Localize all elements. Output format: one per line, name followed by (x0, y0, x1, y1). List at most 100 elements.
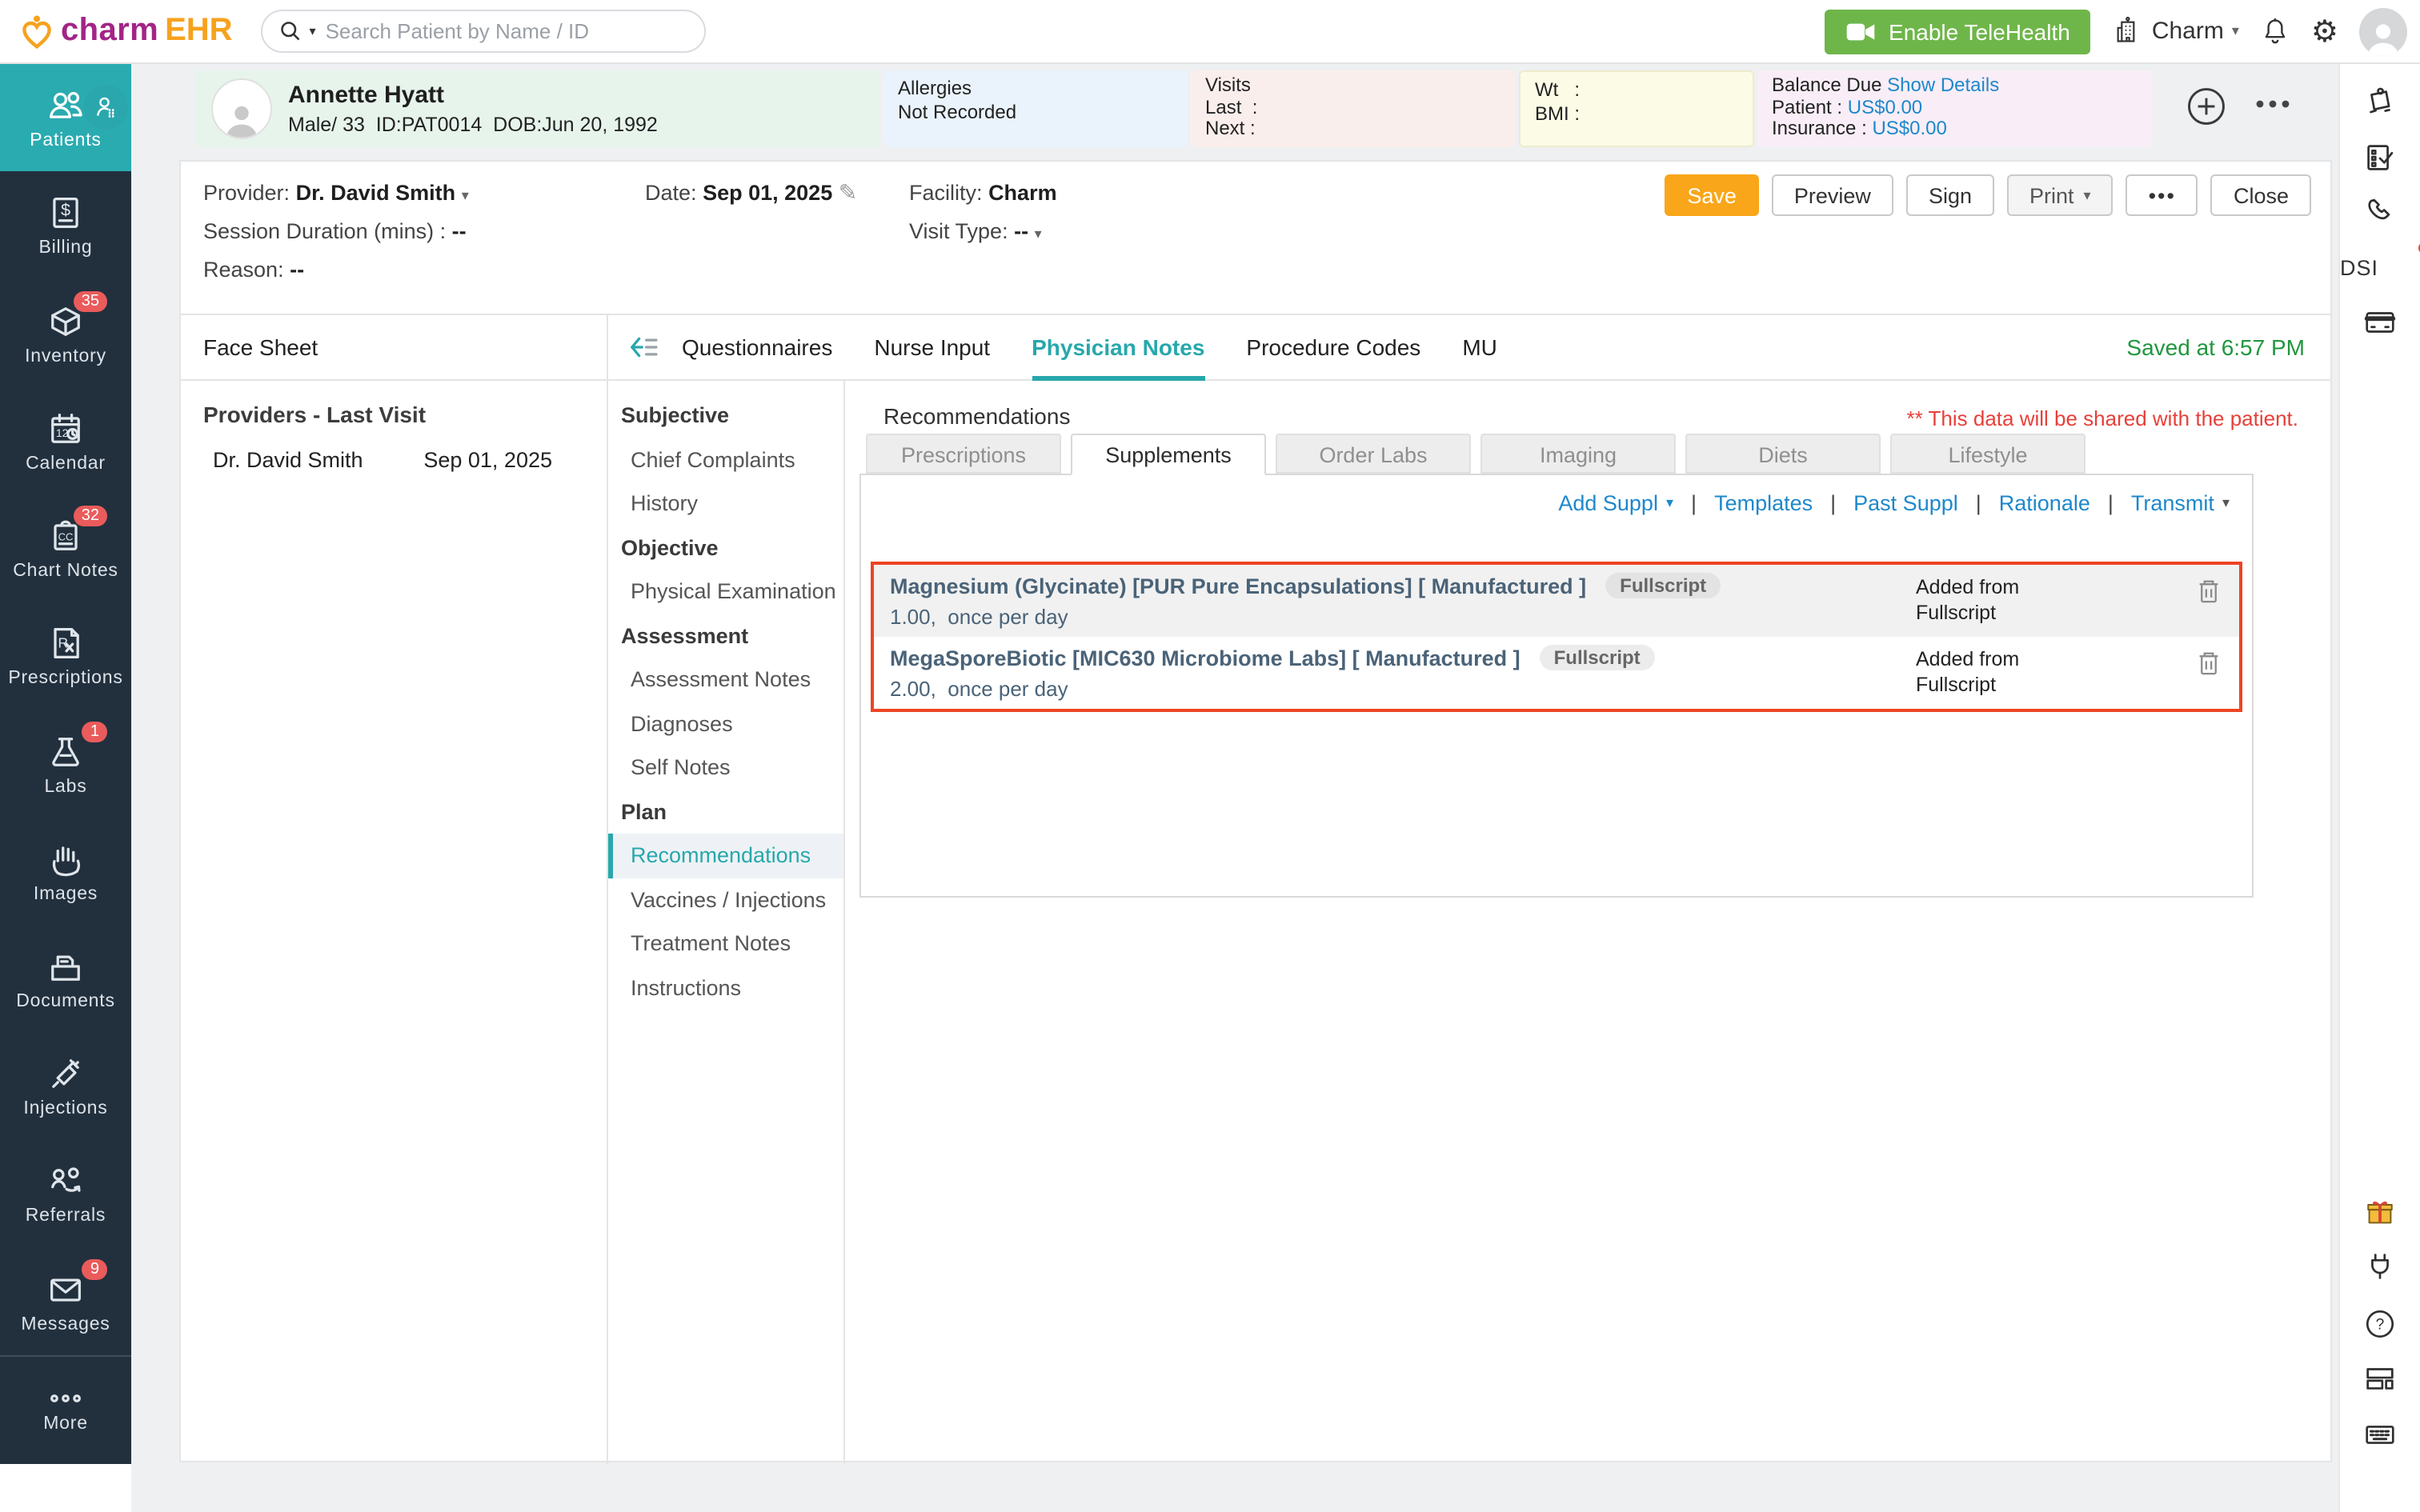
face-sheet-header[interactable]: Face Sheet (181, 315, 608, 379)
tab-questionnaires[interactable]: Questionnaires (682, 315, 832, 379)
print-caret-icon: ▾ (2084, 186, 2091, 204)
gift-icon[interactable] (2362, 1194, 2398, 1230)
show-details-link[interactable]: Show Details (1887, 74, 1999, 96)
sidebar-item-images[interactable]: Images (0, 817, 131, 924)
close-button[interactable]: Close (2211, 174, 2311, 216)
integrations-plug-icon[interactable] (2362, 1248, 2398, 1285)
add-suppl-link[interactable]: Add Suppl ▾ (1558, 491, 1673, 515)
visits-card[interactable]: Visits Last : Next : (1191, 70, 1516, 147)
subtab-imaging[interactable]: Imaging (1480, 434, 1676, 474)
edit-date-pencil-icon[interactable]: ✎ (839, 181, 857, 206)
transmit-link[interactable]: Transmit ▾ (2131, 491, 2230, 515)
nav-item-physical-examination[interactable]: Physical Examination (608, 570, 843, 614)
templates-link[interactable]: Templates (1714, 491, 1813, 515)
nav-item-history[interactable]: History (608, 482, 843, 526)
supplement-row[interactable]: MegaSporeBiotic [MIC630 Microbiome Labs]… (874, 637, 2239, 709)
sticky-note-icon[interactable] (2362, 85, 2398, 122)
sidebar-item-referrals[interactable]: Referrals (0, 1140, 131, 1247)
past-suppl-link[interactable]: Past Suppl (1853, 491, 1958, 515)
add-new-button[interactable] (2186, 86, 2226, 126)
sidebar-item-calendar[interactable]: 12 Calendar (0, 386, 131, 494)
messages-envelope-icon: 9 (45, 1268, 86, 1310)
balance-insurance-label: Insurance : (1772, 117, 1867, 139)
charmehr-logo[interactable]: charmEHR (19, 12, 233, 50)
notifications-bell-icon[interactable] (2260, 14, 2290, 48)
app-root: charmEHR ▾ Enable TeleHealth (0, 0, 2420, 1512)
tab-nurse-input[interactable]: Nurse Input (874, 315, 990, 379)
delete-supplement-trash-icon[interactable] (2191, 573, 2226, 610)
sidebar-item-inventory[interactable]: 35 Inventory (0, 279, 131, 386)
documents-folder-icon (45, 946, 86, 987)
subtab-order-labs[interactable]: Order Labs (1276, 434, 1471, 474)
nav-item-self-notes[interactable]: Self Notes (608, 746, 843, 790)
brand-ehr: EHR (165, 13, 232, 50)
nav-item-treatment-notes[interactable]: Treatment Notes (608, 922, 843, 966)
sidebar-item-messages[interactable]: 9 Messages (0, 1247, 131, 1354)
rationale-link[interactable]: Rationale (1999, 491, 2090, 515)
sidebar-item-billing[interactable]: $ Billing (0, 171, 131, 278)
layout-widgets-icon[interactable] (2362, 1360, 2398, 1397)
more-dots-icon (45, 1387, 86, 1410)
encounter-actions: Save Preview Sign Print ▾ ••• Close (1665, 174, 2311, 216)
visit-type-field[interactable]: Visit Type: -- ▾ (909, 219, 1042, 243)
sidebar-item-labs[interactable]: 1 Labs (0, 710, 131, 817)
tab-mu[interactable]: MU (1462, 315, 1497, 379)
nav-item-chief-complaints[interactable]: Chief Complaints (608, 438, 843, 482)
delete-supplement-trash-icon[interactable] (2191, 645, 2226, 682)
enable-telehealth-button[interactable]: Enable TeleHealth (1825, 9, 2091, 54)
sidebar-item-chart-notes[interactable]: CC 32 Chart Notes (0, 494, 131, 602)
patient-search[interactable]: ▾ (262, 10, 707, 53)
clinic-building-icon (2112, 14, 2144, 48)
facility-switcher[interactable]: Charm ▾ (2112, 14, 2239, 48)
payment-card-icon[interactable] (2362, 304, 2398, 341)
sidebar-item-more[interactable]: More (0, 1355, 131, 1464)
tab-procedure-codes[interactable]: Procedure Codes (1246, 315, 1420, 379)
phone-icon[interactable] (2362, 194, 2398, 230)
vitals-card[interactable]: Wt : BMI : (1519, 70, 1754, 147)
sign-button[interactable]: Sign (1906, 174, 1994, 216)
sidebar-item-documents[interactable]: Documents (0, 925, 131, 1032)
provider-row-name: Dr. David Smith (213, 448, 363, 472)
keyboard-icon[interactable] (2362, 1416, 2398, 1453)
supplement-row[interactable]: Magnesium (Glycinate) [PUR Pure Encapsul… (874, 565, 2239, 637)
preview-button[interactable]: Preview (1772, 174, 1893, 216)
subtab-supplements[interactable]: Supplements (1071, 434, 1266, 475)
collapse-panel-icon[interactable] (627, 334, 659, 360)
print-button[interactable]: Print ▾ (2007, 174, 2113, 216)
nav-item-assessment-notes[interactable]: Assessment Notes (608, 658, 843, 702)
patient-queue-icon[interactable] (83, 85, 128, 130)
sidebar-item-prescriptions[interactable]: R Prescriptions (0, 602, 131, 709)
nav-item-diagnoses[interactable]: Diagnoses (608, 702, 843, 746)
provider-field[interactable]: Provider: Dr. David Smith ▾ (203, 181, 469, 205)
balance-card[interactable]: Balance Due Show Details Patient : US$0.… (1757, 70, 2153, 147)
supplement-dose: 2.00, once per day (890, 677, 1916, 701)
labs-flask-icon: 1 (45, 730, 86, 772)
tasks-checklist-icon[interactable] (2362, 139, 2398, 176)
more-actions-button[interactable]: ••• (2126, 174, 2198, 216)
nav-item-vaccines-injections[interactable]: Vaccines / Injections (608, 878, 843, 922)
tab-physician-notes[interactable]: Physician Notes (1032, 315, 1204, 379)
subtab-prescriptions[interactable]: Prescriptions (866, 434, 1061, 474)
user-avatar[interactable] (2359, 7, 2407, 55)
date-field[interactable]: Date: Sep 01, 2025 ✎ (645, 181, 857, 206)
patient-more-actions-button[interactable] (2254, 96, 2292, 112)
settings-gear-icon[interactable]: ⚙ (2311, 15, 2338, 47)
transmit-caret-icon: ▾ (2222, 494, 2230, 512)
allergies-card[interactable]: Allergies Not Recorded (883, 70, 1188, 147)
help-icon[interactable]: ? (2362, 1306, 2398, 1342)
nav-item-instructions[interactable]: Instructions (608, 966, 843, 1010)
providers-header: Providers - Last Visit (203, 402, 584, 427)
subtab-lifestyle[interactable]: Lifestyle (1890, 434, 2085, 474)
add-suppl-caret-icon: ▾ (1666, 494, 1673, 512)
provider-visit-row[interactable]: Dr. David Smith Sep 01, 2025 (203, 448, 584, 472)
dsi-indicator[interactable]: DSI (2340, 256, 2420, 280)
search-input[interactable] (323, 18, 689, 45)
sidebar-item-injections[interactable]: Injections (0, 1032, 131, 1139)
balance-patient-value: US$0.00 (1848, 95, 1922, 118)
nav-item-recommendations[interactable]: Recommendations (608, 834, 843, 878)
search-caret-icon[interactable]: ▾ (310, 24, 316, 38)
subtab-diets[interactable]: Diets (1685, 434, 1881, 474)
patient-summary-card[interactable]: Annette Hyatt Male/ 33 ID:PAT0014 DOB:Ju… (195, 70, 880, 147)
save-button[interactable]: Save (1665, 174, 1759, 216)
facility-field: Facility: Charm (909, 181, 1057, 205)
